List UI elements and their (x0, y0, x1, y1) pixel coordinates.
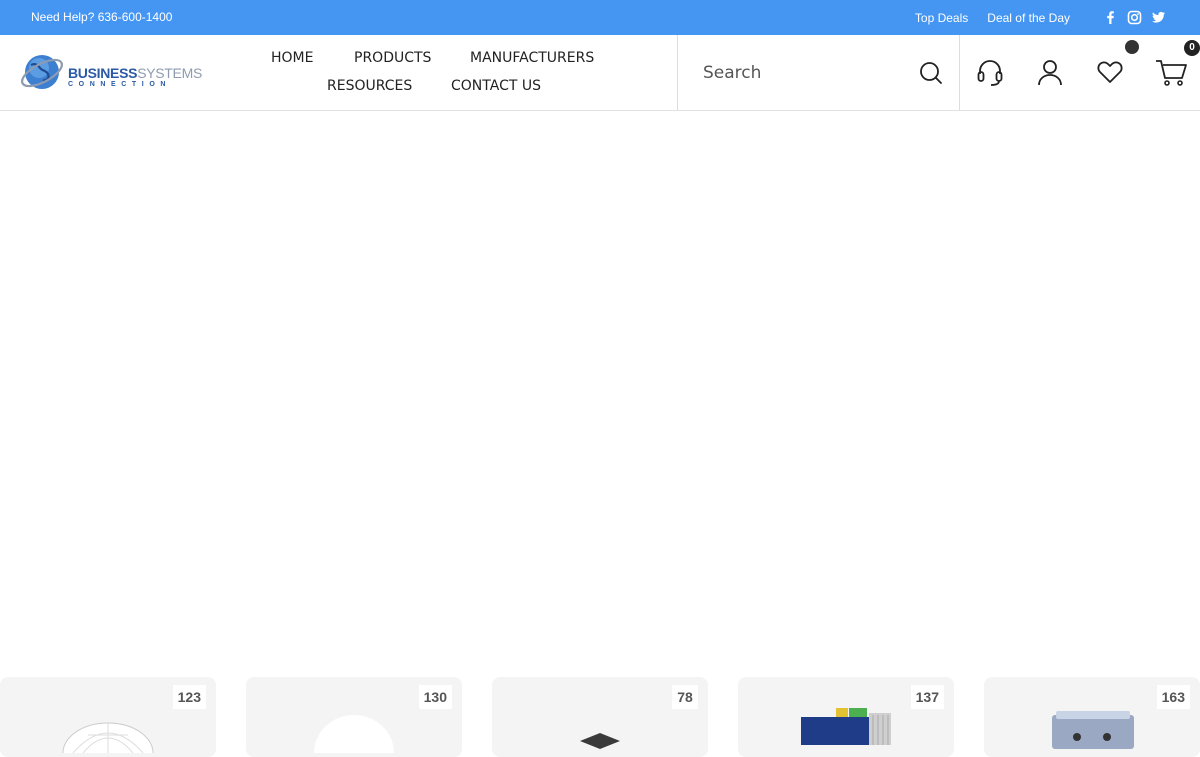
logo-connection: CONNECTION (68, 81, 172, 88)
dome-radome-image (314, 715, 394, 753)
hero-banner-area (0, 111, 1200, 671)
category-count: 137 (910, 685, 944, 709)
heart-icon[interactable] (1095, 57, 1125, 87)
logo-business: BUSINESS (68, 65, 138, 81)
nav-manufacturers[interactable]: MANUFACTURERS (470, 50, 594, 66)
category-count: 123 (172, 685, 206, 709)
category-count: 130 (418, 685, 452, 709)
enclosure-box-image (1052, 711, 1134, 749)
headset-icon[interactable] (975, 57, 1005, 87)
user-icon[interactable] (1035, 57, 1065, 87)
category-count: 163 (1156, 685, 1190, 709)
dish-antenna-image (62, 722, 154, 753)
top-links: Top Deals Deal of the Day (915, 11, 1070, 25)
help-phone[interactable]: Need Help? 636-600-1400 (31, 10, 172, 24)
wishlist-badge (1125, 40, 1139, 54)
top-bar: Need Help? 636-600-1400 Top Deals Deal o… (0, 0, 1200, 35)
instagram-icon[interactable] (1127, 10, 1142, 25)
cart-count-badge: 0 (1184, 40, 1200, 56)
social-links (1103, 10, 1166, 25)
nav-products[interactable]: PRODUCTS (354, 50, 431, 66)
cart-icon[interactable] (1154, 57, 1188, 87)
category-card[interactable]: 78 (492, 677, 708, 757)
black-device-image (580, 733, 620, 749)
globe-logo-icon (21, 55, 63, 89)
logo-systems: SYSTEMS (137, 65, 202, 81)
facebook-icon[interactable] (1103, 10, 1118, 25)
category-card[interactable]: 130 (246, 677, 462, 757)
category-card[interactable]: 123 (0, 677, 216, 757)
search-input[interactable] (679, 35, 909, 110)
industrial-switch-image (801, 708, 891, 745)
twitter-icon[interactable] (1151, 10, 1166, 25)
category-card[interactable]: 163 (984, 677, 1200, 757)
top-deals-link[interactable]: Top Deals (915, 11, 968, 25)
search-icon[interactable] (919, 61, 943, 85)
category-count: 78 (672, 685, 698, 709)
category-card[interactable]: 137 (738, 677, 954, 757)
nav-contact-us[interactable]: CONTACT US (451, 78, 541, 94)
search-box (677, 35, 960, 110)
company-logo[interactable]: BUSINESSSYSTEMS CONNECTION (19, 49, 202, 97)
nav-home[interactable]: HOME (271, 50, 313, 66)
deal-of-the-day-link[interactable]: Deal of the Day (987, 11, 1070, 25)
main-header: BUSINESSSYSTEMS CONNECTION HOME PRODUCTS… (0, 35, 1200, 111)
nav-resources[interactable]: RESOURCES (327, 78, 412, 94)
